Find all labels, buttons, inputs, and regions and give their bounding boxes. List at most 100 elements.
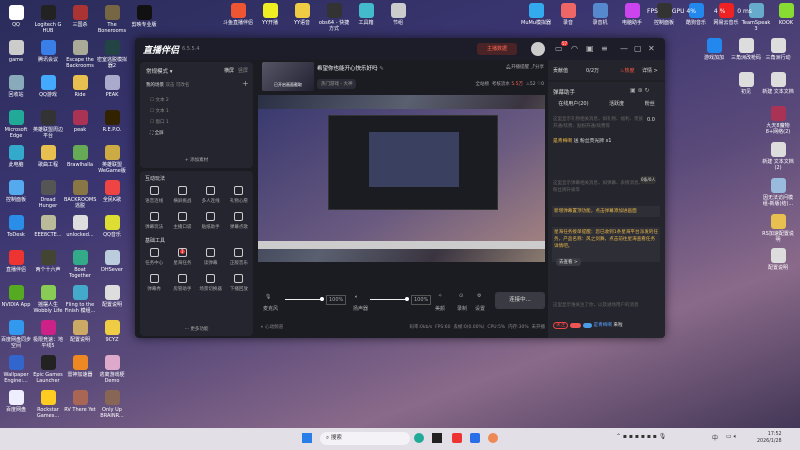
mic-volume-slider[interactable] bbox=[285, 297, 324, 301]
close-icon[interactable]: ✕ bbox=[648, 44, 655, 53]
desktop-icon[interactable]: 歌曲工程 bbox=[32, 145, 64, 168]
speaker-volume-value[interactable]: 100% bbox=[411, 295, 432, 305]
tools-item[interactable]: 房管助手 bbox=[168, 274, 196, 292]
desktop-icon[interactable]: NVIDIA App bbox=[0, 285, 32, 308]
live-companion-taskbar-icon[interactable] bbox=[488, 433, 498, 443]
station-rank[interactable]: 全站榜 bbox=[476, 82, 490, 87]
cover-thumbnail[interactable]: 已开启画面截取 bbox=[262, 62, 314, 91]
desktop-icon[interactable]: obs64 - 快捷方式 bbox=[318, 3, 350, 32]
desktop-icon[interactable]: 新建 文本文档 bbox=[762, 72, 794, 95]
source-item[interactable]: ☐ 窗口 1 bbox=[150, 117, 169, 128]
settings-button[interactable]: 设置 bbox=[475, 305, 485, 312]
desktop-icon[interactable]: DHSever bbox=[96, 250, 128, 273]
tab-fans[interactable]: 粉丝 bbox=[645, 100, 655, 107]
desktop-icon[interactable]: 9CYZ bbox=[96, 320, 128, 343]
gift-user[interactable]: 是青梅啊 bbox=[553, 139, 572, 144]
desktop-icon[interactable]: Epic Games Launcher bbox=[32, 355, 64, 384]
category-tag[interactable]: 热门游戏 - 大神 bbox=[317, 79, 357, 89]
desktop-icon[interactable]: 九天8魔物8+网络(2) bbox=[762, 106, 794, 135]
netease-taskbar-icon[interactable] bbox=[452, 433, 462, 443]
headset-icon[interactable]: ◠ bbox=[571, 44, 578, 53]
desktop-icon[interactable]: Escape the Backrooms bbox=[64, 40, 96, 69]
desktop-icon[interactable]: Wallpaper Engine:... bbox=[0, 355, 32, 384]
desktop-icon[interactable]: RV There Yet bbox=[64, 390, 96, 413]
follow-user[interactable]: 是青梅啊 bbox=[594, 323, 612, 328]
tools-item[interactable]: 下播回放 bbox=[225, 274, 253, 292]
settings-icon[interactable]: ⚙ bbox=[477, 293, 481, 299]
tools-item[interactable]: 正版音乐 bbox=[225, 248, 253, 266]
desktop-icon[interactable]: QQ音乐 bbox=[96, 215, 128, 238]
desktop-icon[interactable]: 节组 bbox=[382, 3, 414, 26]
desktop-icon[interactable]: 腾讯会议 bbox=[32, 40, 64, 63]
desktop-icon[interactable]: Only Up BRAINR... bbox=[96, 390, 128, 419]
record-button[interactable]: 录制 bbox=[457, 305, 467, 312]
interactive-item[interactable]: 多人连线 bbox=[197, 186, 225, 204]
desktop-icon[interactable]: 控制面板 bbox=[0, 180, 32, 203]
host-data-button[interactable]: 主播数据 bbox=[477, 43, 517, 55]
avatar[interactable] bbox=[531, 42, 545, 56]
desktop-icon[interactable]: QQ游戏 bbox=[32, 75, 64, 98]
desktop-icon[interactable]: unlocked... bbox=[64, 215, 96, 238]
desktop-icon[interactable]: Logitech G HUB bbox=[32, 5, 64, 34]
desktop-icon[interactable]: 全民K歌 bbox=[96, 180, 128, 203]
desktop-icon[interactable]: 雷神加速器 bbox=[64, 355, 96, 378]
desktop-icon[interactable]: peak bbox=[64, 110, 96, 133]
network-volume-icon[interactable]: ▭ 🔈︎ bbox=[726, 433, 737, 441]
portrait-button[interactable]: 竖屏 bbox=[238, 67, 248, 74]
desktop-icon[interactable]: 此电脑 bbox=[0, 145, 32, 168]
desktop-icon[interactable]: The Bonerooms bbox=[96, 5, 128, 34]
desktop-icon[interactable]: 密室逃脱模拟器2 bbox=[96, 40, 128, 69]
desktop-icon[interactable]: R.E.P.O. bbox=[96, 110, 128, 133]
desktop-icon[interactable]: 两个十六声 bbox=[32, 250, 64, 273]
source-item[interactable]: ⛶ 全屏 bbox=[150, 128, 169, 139]
desktop-icon[interactable]: BACKROOMS 逃脱 bbox=[64, 180, 96, 209]
speaker-volume-slider[interactable] bbox=[370, 297, 409, 301]
desktop-icon[interactable]: RS加速配置说明 bbox=[762, 214, 794, 243]
mic-icon[interactable]: 🎙︎ bbox=[265, 294, 271, 300]
desktop-icon[interactable]: 三角洲改枪码 bbox=[730, 38, 762, 61]
interactive-item[interactable]: 语音连线 bbox=[140, 186, 168, 204]
desktop-icon[interactable]: 录音机 bbox=[584, 3, 616, 26]
source-item[interactable]: ☐ 文本 2 bbox=[150, 95, 169, 106]
desktop-icon[interactable]: 百度网盘同步空间 bbox=[0, 320, 32, 349]
mode-dropdown[interactable]: 常规模式 ▾ bbox=[146, 67, 173, 75]
stream-preview[interactable] bbox=[258, 95, 545, 262]
desktop-icon[interactable]: 新建 文本文档(2) bbox=[762, 142, 794, 171]
desktop-icon[interactable]: MuMu模拟器 bbox=[520, 3, 552, 26]
tray-icons[interactable]: ⌃ ▪ ▪ ▪ ▪ ▪ ▪ 🎙︎ bbox=[616, 433, 666, 440]
desktop-icon[interactable]: Ride bbox=[64, 75, 96, 98]
add-source-button[interactable]: + 添加素材 bbox=[140, 157, 253, 163]
desktop-icon[interactable]: 配置说明 bbox=[96, 285, 128, 308]
interactive-item[interactable]: 横屏挑战 bbox=[168, 186, 196, 204]
minimize-icon[interactable]: — bbox=[620, 44, 628, 53]
beauty-icon[interactable]: ✧ bbox=[438, 293, 442, 299]
desktop-icon[interactable]: 配置说明 bbox=[762, 248, 794, 271]
desktop-icon[interactable]: 回收站 bbox=[0, 75, 32, 98]
desktop-icon[interactable]: 极限竞速：地平线5 bbox=[32, 320, 64, 349]
desktop-icon[interactable]: 游戏加加 bbox=[698, 38, 730, 61]
connect-button[interactable]: 连接中... bbox=[495, 292, 545, 309]
tab-online-users[interactable]: 在线用户(20) bbox=[558, 100, 588, 107]
share-button[interactable]: 分享 bbox=[535, 65, 544, 70]
details-button[interactable]: 详情 > bbox=[642, 67, 658, 74]
clock[interactable]: 17:52 2026/1/28 bbox=[757, 431, 782, 445]
record-icon[interactable]: ⊙ bbox=[459, 293, 463, 299]
capcut-taskbar-icon[interactable] bbox=[432, 433, 442, 443]
kugou-taskbar-icon[interactable] bbox=[470, 433, 480, 443]
desktop-icon[interactable]: 三角洲行动 bbox=[762, 38, 794, 61]
source-item[interactable]: ☐ 文本 1 bbox=[150, 106, 169, 117]
view-task-button[interactable]: 去查看 > bbox=[556, 258, 581, 266]
desktop-icon[interactable]: YY语音 bbox=[286, 3, 318, 26]
tools-item[interactable]: 任务中心 bbox=[140, 248, 168, 266]
landscape-button[interactable]: 横屏 bbox=[224, 67, 234, 74]
live-reminder-button[interactable]: 开播提醒 bbox=[511, 65, 529, 70]
desktop-icon[interactable]: YY开播 bbox=[254, 3, 286, 26]
desktop-icon[interactable]: Boat Together bbox=[64, 250, 96, 279]
search-box[interactable]: ⌕ 搜索 bbox=[320, 432, 410, 445]
tools-item[interactable]: 读弹幕 bbox=[197, 248, 225, 266]
desktop-icon[interactable]: 工具箱 bbox=[350, 3, 382, 26]
desktop-icon[interactable]: ToDesk bbox=[0, 215, 32, 238]
tools-item[interactable]: 场景切换器 bbox=[197, 274, 225, 292]
desktop-icon[interactable]: 摇摆人生 Wobbly Life bbox=[32, 285, 64, 314]
desktop-icon[interactable]: 录音 bbox=[552, 3, 584, 26]
